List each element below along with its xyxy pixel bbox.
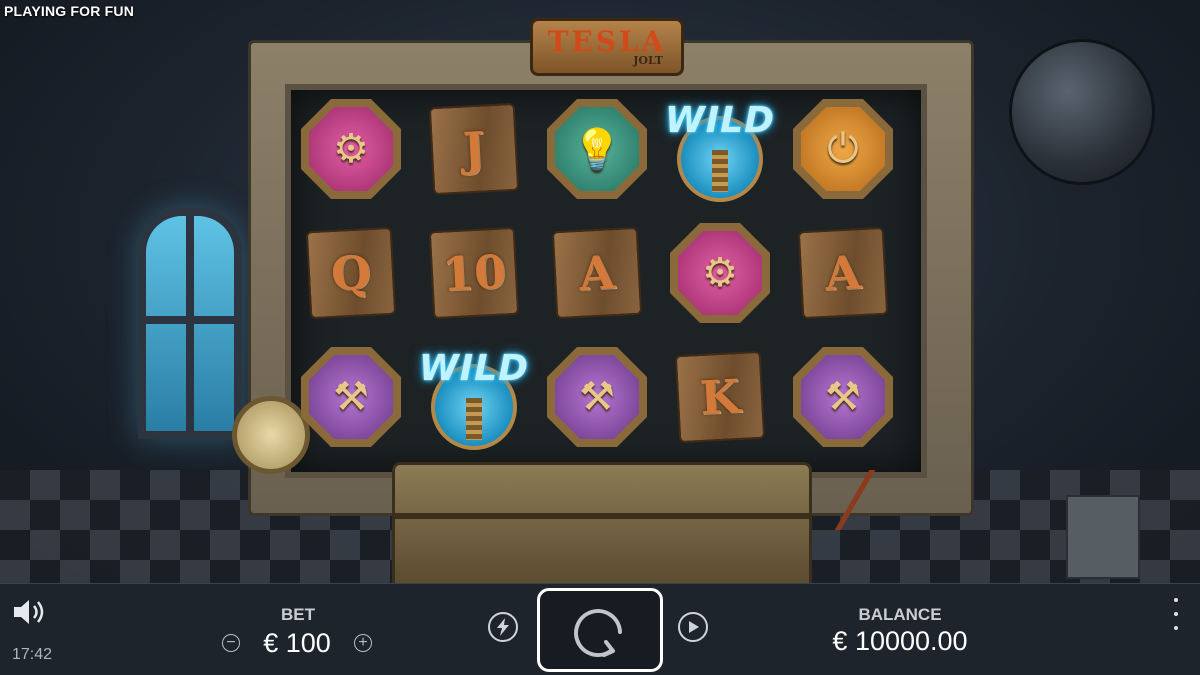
lightbulb-icon: 💡 [572, 127, 622, 172]
play-mode-label: PLAYING FOR FUN [4, 3, 135, 19]
balance-value: € 10000.00 [832, 626, 968, 656]
logo-subtitle: JOLT [633, 53, 663, 67]
wild-text: WILD [419, 348, 529, 389]
play-icon [689, 621, 699, 633]
octagon-inner: ⚙ [309, 107, 393, 191]
tesla-sphere [1012, 42, 1152, 182]
tesla-coil-icon [466, 398, 482, 440]
octagon-frame: ⏻ [793, 99, 893, 199]
wooden-plank: A [551, 226, 643, 320]
reel-symbol-letter: A [542, 218, 652, 328]
sound-button[interactable] [12, 598, 52, 626]
wooden-plank: 10 [428, 226, 520, 320]
game-scene: TESLA JOLT ⚙ Q ⚒ J 10 WILD 💡 A ⚒ WILD ⚙ K ⏻ A ⚒ PLAYIN… [0, 0, 1200, 583]
tesla-coil-icon [712, 150, 728, 192]
reel-symbol-generator: ⚙ [665, 218, 775, 328]
octagon-inner: ⚒ [555, 355, 639, 439]
octagon-frame: 💡 [547, 99, 647, 199]
telegraph-key-icon: ⚒ [333, 375, 369, 419]
speaker-icon [14, 600, 44, 624]
octagon-frame: ⚒ [547, 347, 647, 447]
sphere-stand [1066, 495, 1140, 579]
reel-symbol-letter: Q [296, 218, 406, 328]
wild-badge: WILD [665, 94, 775, 204]
reel-symbol-letter: 10 [419, 218, 529, 328]
telegraph-key-icon: ⚒ [825, 375, 861, 419]
symbol-letter: J [461, 121, 487, 177]
symbol-letter: Q [329, 244, 373, 302]
reel-symbol-wild: WILD [665, 94, 775, 204]
octagon-inner: ⚒ [309, 355, 393, 439]
wooden-plank: A [797, 226, 889, 320]
symbol-letter: A [577, 245, 617, 301]
reel-symbol-telegraph-key: ⚒ [542, 342, 652, 452]
menu-dot-icon [1174, 612, 1178, 616]
reel-symbol-plug: ⏻ [788, 94, 898, 204]
wooden-plank: J [428, 102, 520, 196]
reel-symbol-letter: J [419, 94, 529, 204]
telegraph-key-icon: ⚒ [579, 375, 615, 419]
wooden-plank: Q [305, 226, 397, 320]
generator-icon: ⚙ [702, 251, 738, 295]
reel-symbol-lightbulb: 💡 [542, 94, 652, 204]
octagon-frame: ⚒ [301, 347, 401, 447]
clock: 17:42 [12, 646, 53, 663]
spin-arrow-icon [574, 609, 622, 658]
game-logo: TESLA JOLT [530, 18, 684, 76]
symbol-letter: K [698, 368, 742, 426]
wild-badge: WILD [419, 342, 529, 452]
lab-window [138, 208, 242, 439]
reel-symbol-generator: ⚙ [296, 94, 406, 204]
balance-label: BALANCE [858, 605, 942, 624]
autoplay-button[interactable] [678, 612, 708, 642]
octagon-inner: ⏻ [801, 107, 885, 191]
bet-increase-button[interactable]: + [353, 634, 372, 652]
bet-value: € 100 [263, 627, 331, 658]
logo-title: TESLA [547, 24, 667, 58]
reel-symbol-letter: K [665, 342, 775, 452]
octagon-inner: ⚙ [678, 231, 762, 315]
wooden-plank: K [674, 350, 766, 444]
lightning-icon [497, 618, 509, 636]
reel-symbol-letter: A [788, 218, 898, 328]
menu-dot-icon [1174, 598, 1178, 602]
wooden-chest [392, 462, 812, 583]
spin-button[interactable] [537, 588, 663, 672]
octagon-frame: ⚙ [670, 223, 770, 323]
turbo-button[interactable] [488, 612, 518, 642]
octagon-inner: 💡 [555, 107, 639, 191]
bet-decrease-button[interactable]: − [222, 634, 240, 652]
symbol-letter: A [823, 245, 863, 301]
control-bar: 17:42 BET − € 100 + BALANCE € 10000.00 [0, 583, 1200, 675]
reel-symbol-telegraph-key: ⚒ [788, 342, 898, 452]
reel-symbol-wild: WILD [419, 342, 529, 452]
octagon-frame: ⚒ [793, 347, 893, 447]
reel-grid: ⚙ Q ⚒ J 10 WILD 💡 A ⚒ WILD ⚙ K ⏻ A ⚒ [296, 94, 906, 464]
wild-text: WILD [665, 100, 775, 141]
octagon-inner: ⚒ [801, 355, 885, 439]
menu-dot-icon [1174, 626, 1178, 630]
bet-selector: − € 100 + [222, 628, 372, 658]
generator-icon: ⚙ [333, 127, 369, 171]
reel-symbol-telegraph-key: ⚒ [296, 342, 406, 452]
menu-button[interactable] [1168, 598, 1184, 630]
symbol-letter: 10 [440, 244, 508, 302]
bet-label: BET [281, 605, 315, 624]
plug-icon: ⏻ [827, 126, 859, 171]
octagon-frame: ⚙ [301, 99, 401, 199]
